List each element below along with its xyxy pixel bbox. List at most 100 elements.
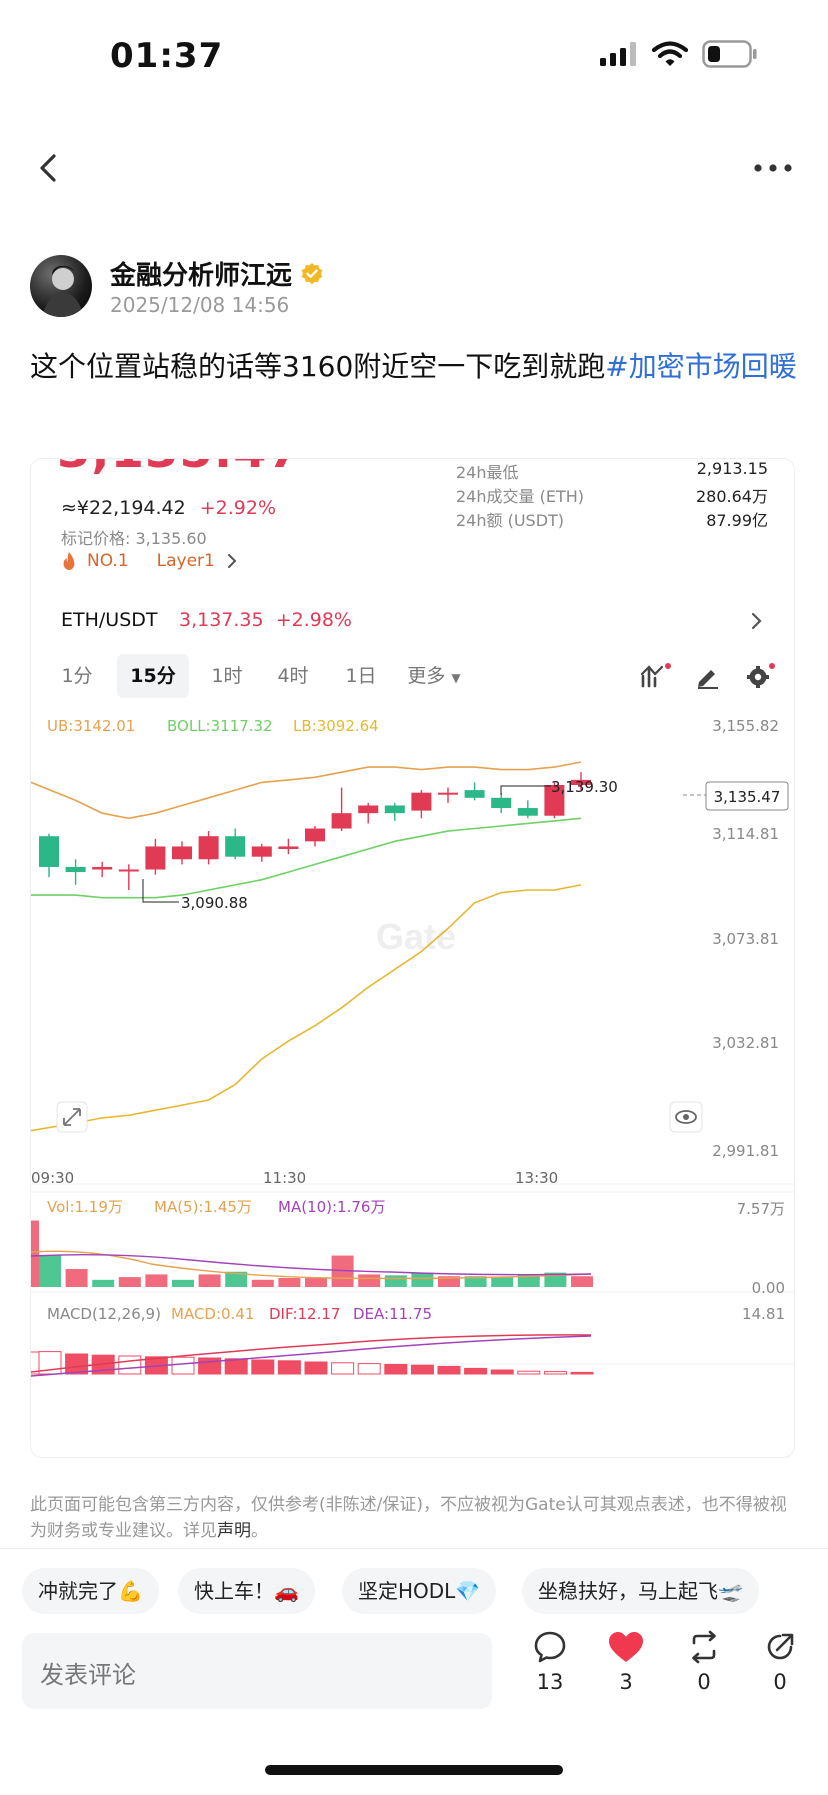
chevron-right-icon xyxy=(751,612,762,630)
share-count: 0 xyxy=(773,1670,787,1694)
stat-label: 24h额 (USDT) xyxy=(456,511,565,530)
comment-input[interactable]: 发表评论 xyxy=(22,1633,492,1709)
candle-body xyxy=(251,846,272,857)
volume-tick-max: 7.57万 xyxy=(737,1200,785,1218)
like-count: 3 xyxy=(619,1670,633,1694)
candle-body xyxy=(438,792,458,795)
y-tick: 3,032.81 xyxy=(712,1034,779,1052)
stat-low: 24h最低 2,913.15 xyxy=(31,459,794,483)
kline-chart[interactable]: Gate UB:3142.01 BOLL:3117.32 LB:3092.64 … xyxy=(31,704,795,1458)
tab-4h[interactable]: 4时 xyxy=(263,654,323,698)
author-name-row[interactable]: 金融分析师江远 xyxy=(110,255,324,292)
tab-more[interactable]: 更多 ▼ xyxy=(397,654,471,698)
stat-amount: 24h额 (USDT) 87.99亿 xyxy=(31,507,794,531)
volume-bar xyxy=(39,1255,61,1287)
legend-dea: DEA:11.75 xyxy=(353,1305,432,1323)
comment-bar: 发表评论 13 3 0 0 xyxy=(0,1630,828,1730)
macd-bar xyxy=(543,1371,567,1375)
macd-bar xyxy=(490,1369,514,1375)
quick-reply-chip[interactable]: 冲就完了💪 xyxy=(22,1568,159,1614)
more-options-icon[interactable] xyxy=(748,148,798,188)
stat-label: 24h最低 xyxy=(456,463,519,482)
avatar-image xyxy=(42,265,84,317)
candle-body xyxy=(331,813,352,829)
legend-macd: MACD:0.41 xyxy=(171,1305,254,1323)
author-name[interactable]: 金融分析师江远 xyxy=(110,255,292,292)
legend-dif: DIF:12.17 xyxy=(269,1305,340,1323)
volume-bar xyxy=(358,1274,381,1287)
macd-bar xyxy=(171,1356,195,1375)
stat-value: 280.64万 xyxy=(696,487,768,506)
macd-tick: 14.81 xyxy=(742,1305,785,1323)
volume-bar xyxy=(145,1274,168,1287)
like-action[interactable]: 3 xyxy=(596,1630,656,1694)
x-tick: 09:30 xyxy=(31,1169,74,1187)
volume-bar xyxy=(571,1276,593,1287)
tab-more-label: 更多 xyxy=(407,665,446,687)
draw-pen-icon[interactable] xyxy=(694,662,722,690)
x-tick: 11:30 xyxy=(263,1169,306,1187)
volume-bar xyxy=(251,1279,274,1287)
wifi-icon xyxy=(652,41,688,66)
eye-icon[interactable] xyxy=(669,1101,703,1133)
candle-body xyxy=(491,797,512,809)
category-badge: Layer1 xyxy=(156,551,215,571)
settings-gear-icon[interactable] xyxy=(744,662,776,690)
status-icons xyxy=(600,40,758,68)
macd-bar xyxy=(224,1358,248,1375)
quick-reply-chip[interactable]: 坐稳扶好，马上起飞🛫 xyxy=(522,1568,759,1614)
repost-action[interactable]: 0 xyxy=(674,1630,734,1694)
macd-bar xyxy=(357,1363,381,1375)
chevron-right-icon xyxy=(227,554,237,568)
heart-icon xyxy=(609,1632,643,1662)
expand-icon[interactable] xyxy=(56,1101,88,1133)
disclaimer: 此页面可能包含第三方内容，仅供参考(非陈述/保证)，不应被视为Gate认可其观点… xyxy=(30,1492,790,1544)
macd-bar xyxy=(304,1361,328,1375)
statement-link[interactable]: 声明 xyxy=(217,1521,251,1541)
legend-vol-ma10: MA(10):1.76万 xyxy=(278,1198,385,1216)
share-icon xyxy=(767,1633,794,1660)
tab-15m[interactable]: 15分 xyxy=(117,654,189,698)
hashtag-link[interactable]: #加密市场回暖 xyxy=(605,350,796,383)
legend-ub: UB:3142.01 xyxy=(47,717,135,735)
indicator-icon[interactable] xyxy=(640,662,672,690)
quick-reply-chip[interactable]: 坚定HODL💎 xyxy=(342,1568,497,1614)
tab-1d[interactable]: 1日 xyxy=(331,654,391,698)
author-header: 金融分析师江远 2025/12/08 14:56 xyxy=(30,255,800,325)
pair-row[interactable]: ETH/USDT 3,137.35 +2.98% xyxy=(31,597,794,647)
legend-vol: Vol:1.19万 xyxy=(47,1198,123,1216)
volume-bar xyxy=(92,1279,115,1287)
market-card[interactable]: 3,135.47 ≈¥22,194.42+2.92% 标记价格: 3,135.6… xyxy=(30,458,795,1458)
candle-body xyxy=(278,846,299,850)
quick-reply-row: 冲就完了💪 快上车！🚗 坚定HODL💎 坐稳扶好，马上起飞🛫 xyxy=(22,1568,828,1614)
macd-bar xyxy=(570,1371,594,1375)
volume-ma-lines xyxy=(31,1250,592,1280)
volume-ma10-line xyxy=(31,1253,592,1276)
y-tick: 3,114.81 xyxy=(712,825,779,843)
disclaimer-text: 此页面可能包含第三方内容，仅供参考(非陈述/保证)，不应被视为Gate认可其观点… xyxy=(30,1495,787,1541)
macd-bar xyxy=(277,1360,301,1375)
volume-bar xyxy=(384,1275,407,1287)
quick-reply-chip[interactable]: 快上车！🚗 xyxy=(178,1568,315,1614)
candle-body xyxy=(384,805,405,814)
avatar[interactable] xyxy=(30,255,92,317)
post-text: 这个位置站稳的话等3160附近空一下吃到就跑 xyxy=(30,350,606,383)
share-action[interactable]: 0 xyxy=(750,1630,810,1694)
candle-body xyxy=(517,808,538,816)
back-arrow-icon[interactable] xyxy=(30,148,70,188)
badge-row[interactable]: NO.1 Layer1 xyxy=(61,551,239,571)
comment-action[interactable]: 13 xyxy=(520,1630,580,1694)
tab-1h[interactable]: 1时 xyxy=(197,654,257,698)
legend-lb: LB:3092.64 xyxy=(293,717,379,735)
candle-body xyxy=(305,828,325,842)
volume-bar xyxy=(278,1278,301,1287)
rank-badge: NO.1 xyxy=(87,551,129,571)
volume-bar xyxy=(31,1220,39,1287)
tab-1m[interactable]: 1分 xyxy=(47,654,107,698)
pair-name: ETH/USDT xyxy=(61,609,158,631)
high-price-label: 3,139.30 xyxy=(551,778,618,796)
status-time: 01:37 xyxy=(110,36,224,76)
high-marker-line xyxy=(500,785,551,795)
legend-boll: BOLL:3117.32 xyxy=(167,717,273,735)
low-marker-line xyxy=(142,879,179,903)
